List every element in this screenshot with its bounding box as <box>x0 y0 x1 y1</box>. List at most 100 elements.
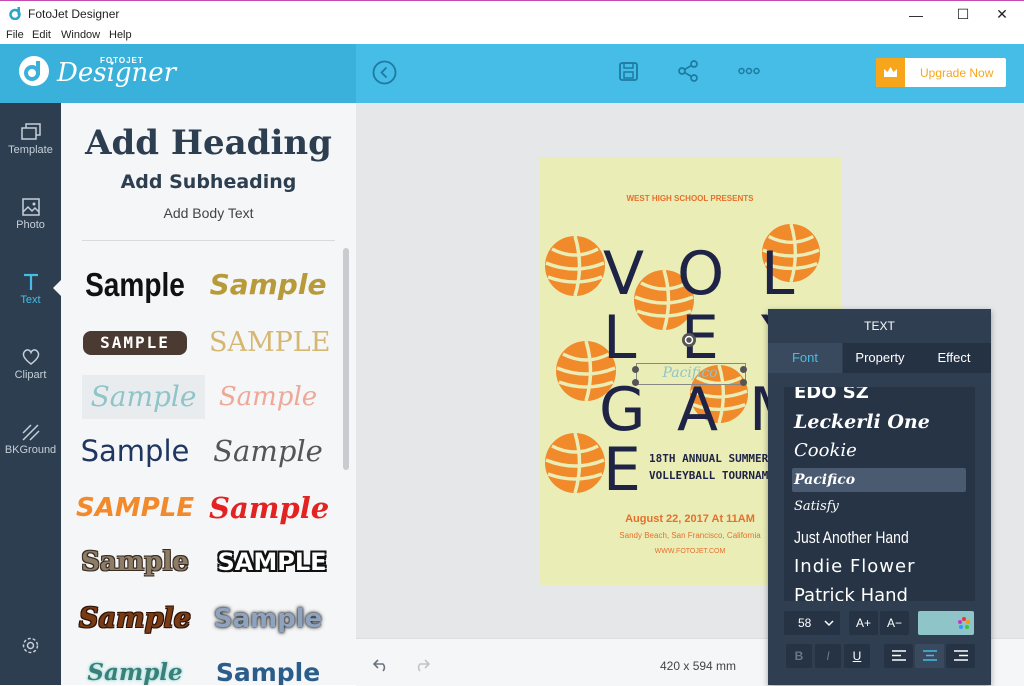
poster-letter: V <box>603 239 645 309</box>
poster-letter: L <box>761 239 795 309</box>
selected-text-box[interactable]: Pacifico <box>636 363 746 385</box>
resize-handle[interactable] <box>632 366 639 373</box>
poster-announcement[interactable]: 18TH ANNUAL SUMMER VOLLEYBALL TOURNAM <box>649 450 768 484</box>
color-palette-icon <box>958 617 970 629</box>
save-icon[interactable] <box>618 61 639 82</box>
add-subheading-button[interactable]: Add Subheading <box>61 171 356 193</box>
align-right-button[interactable] <box>946 644 975 668</box>
settings-gear-icon[interactable] <box>21 636 40 655</box>
font-size-select[interactable]: 58 <box>784 611 840 635</box>
selected-text-content: Pacifico <box>662 365 718 381</box>
text-sample-12[interactable]: SAMPLE <box>209 540 335 584</box>
close-button[interactable]: ✕ <box>979 1 1024 28</box>
announce-line-1: 18TH ANNUAL SUMMER <box>649 452 769 465</box>
text-sample-7[interactable]: Sample <box>76 429 194 473</box>
font-option[interactable]: Indie Flower <box>794 555 916 579</box>
active-nav-indicator <box>53 280 61 296</box>
tab-effect[interactable]: Effect <box>917 343 991 373</box>
underline-button[interactable]: U <box>844 644 870 668</box>
add-heading-button[interactable]: Add Heading <box>61 123 356 163</box>
back-icon[interactable] <box>372 60 397 85</box>
nav-photo[interactable]: Photo <box>0 198 61 258</box>
share-icon[interactable] <box>678 60 699 82</box>
font-option[interactable]: Patrick Hand <box>794 584 908 601</box>
volleyball-icon <box>545 432 605 494</box>
font-option[interactable]: Leckerli One <box>794 410 930 434</box>
menu-help[interactable]: Help <box>109 29 132 41</box>
template-icon <box>20 123 41 140</box>
resize-handle[interactable] <box>632 379 639 386</box>
text-sample-10[interactable]: Sample <box>209 486 329 530</box>
menu-window[interactable]: Window <box>61 29 100 41</box>
align-center-icon <box>922 650 937 661</box>
menu-file[interactable]: File <box>6 29 24 41</box>
text-sample-2[interactable]: Sample <box>209 263 327 307</box>
font-option[interactable]: Just Another Hand <box>794 526 909 550</box>
menu-bar: File Edit Window Help <box>0 27 1024 44</box>
tab-property[interactable]: Property <box>842 343 917 373</box>
text-sample-9[interactable]: SAMPLE <box>76 486 194 530</box>
rotate-handle-icon[interactable] <box>681 332 697 348</box>
align-right-icon <box>953 650 968 661</box>
text-sample-11[interactable]: Sample <box>76 540 194 584</box>
font-option[interactable]: EDO SZ <box>794 387 869 405</box>
resize-handle[interactable] <box>740 366 747 373</box>
tab-font[interactable]: Font <box>768 343 842 373</box>
font-list[interactable]: EDO SZ Leckerli One Cookie Pacifico Sati… <box>784 387 975 601</box>
background-pattern-icon <box>21 424 40 441</box>
text-sample-1[interactable]: Sample <box>85 263 185 307</box>
resize-handle[interactable] <box>740 379 747 386</box>
nav-background-label: BKGround <box>4 444 57 456</box>
text-sample-16[interactable]: Sample <box>209 651 327 685</box>
font-option[interactable]: Cookie <box>794 439 857 463</box>
add-body-text-button[interactable]: Add Body Text <box>61 205 356 221</box>
text-panel-title: TEXT <box>864 319 895 333</box>
nav-clipart-label: Clipart <box>14 369 47 381</box>
text-icon <box>23 273 38 290</box>
upgrade-button[interactable]: Upgrade Now <box>876 58 1006 87</box>
fotojet-logo-icon <box>19 56 49 86</box>
nav-template[interactable]: Template <box>0 123 61 183</box>
text-sample-5[interactable]: Sample <box>82 375 205 419</box>
window-title: FotoJet Designer <box>28 7 120 21</box>
text-styles-panel: Add Heading Add Subheading Add Body Text… <box>61 103 356 685</box>
app-logo-icon <box>9 7 21 20</box>
photo-icon <box>21 198 40 216</box>
text-sample-4[interactable]: SAMPLE <box>209 321 330 365</box>
text-sample-14[interactable]: Sample <box>209 597 327 641</box>
panel-scrollbar[interactable] <box>343 248 349 470</box>
align-center-button[interactable] <box>915 644 944 668</box>
menu-edit[interactable]: Edit <box>32 29 51 41</box>
align-left-icon <box>891 650 906 661</box>
text-sample-8[interactable]: Sample <box>209 429 327 473</box>
font-option[interactable]: Satisfy <box>794 495 839 519</box>
nav-background[interactable]: BKGround <box>0 423 61 483</box>
nav-photo-label: Photo <box>16 219 45 231</box>
align-left-button[interactable] <box>884 644 913 668</box>
text-color-picker[interactable] <box>918 611 974 635</box>
minimize-button[interactable]: — <box>893 1 939 28</box>
italic-button[interactable]: I <box>815 644 841 668</box>
poster-presents[interactable]: WEST HIGH SCHOOL PRESENTS <box>539 194 841 203</box>
poster-letter: O <box>677 239 725 309</box>
poster-letter: A <box>677 375 719 445</box>
text-sample-6[interactable]: Sample <box>209 375 327 419</box>
more-icon[interactable] <box>738 67 760 75</box>
nav-text[interactable]: Text <box>0 273 61 333</box>
font-option-selected[interactable]: Pacifico <box>792 468 966 492</box>
chevron-down-icon <box>824 620 834 627</box>
nav-clipart[interactable]: Clipart <box>0 348 61 408</box>
redo-icon[interactable] <box>413 658 431 672</box>
text-sample-3[interactable]: SAMPLE <box>83 331 187 355</box>
app-logo: FOTOJET Designer <box>0 44 356 103</box>
text-sample-13[interactable]: Sample <box>76 597 194 641</box>
bold-button[interactable]: B <box>786 644 812 668</box>
decrease-font-button[interactable]: A− <box>880 611 909 635</box>
crown-icon <box>876 58 905 87</box>
text-sample-15[interactable]: Sample <box>76 651 194 685</box>
increase-font-button[interactable]: A+ <box>849 611 878 635</box>
poster-letter: E <box>603 435 641 505</box>
upgrade-label: Upgrade Now <box>920 66 994 80</box>
undo-icon[interactable] <box>372 658 390 672</box>
volleyball-icon <box>545 235 605 297</box>
